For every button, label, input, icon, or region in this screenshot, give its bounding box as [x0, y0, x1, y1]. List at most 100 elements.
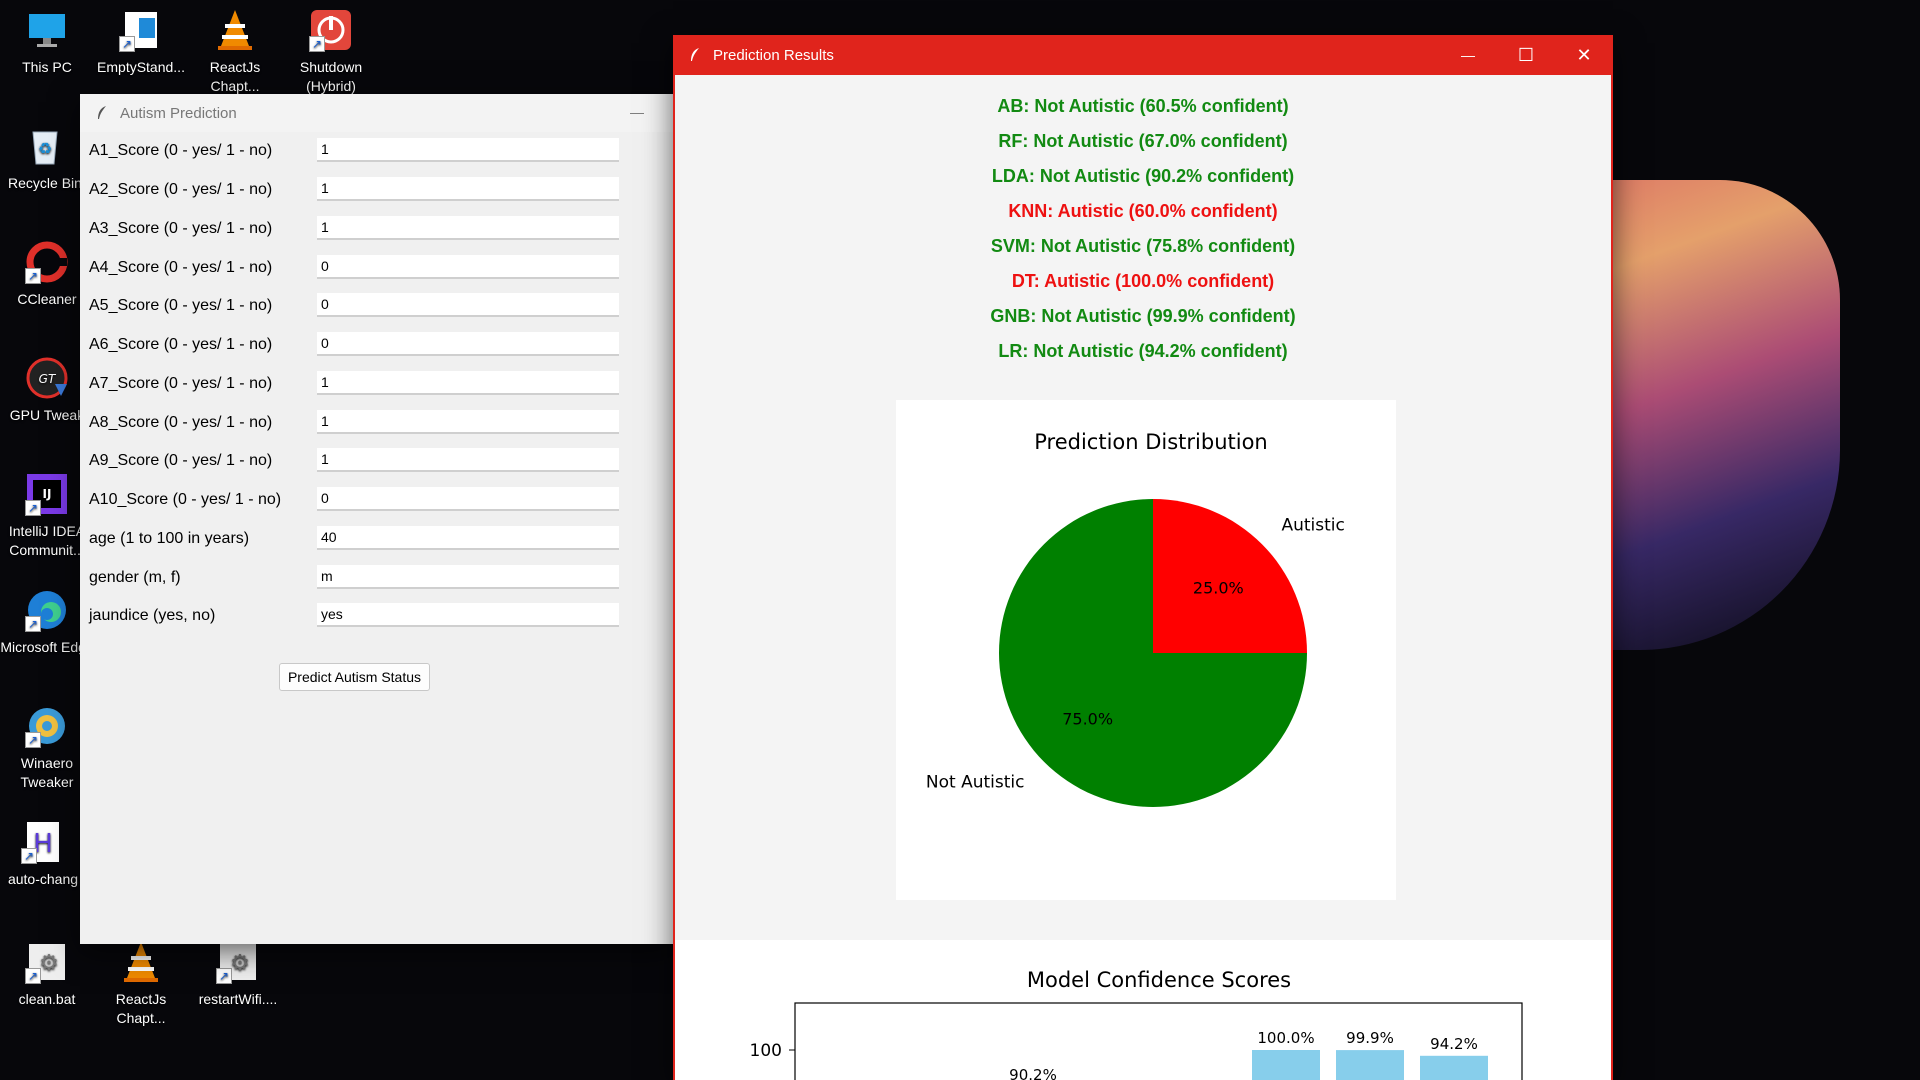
recycle-bin-icon: ♻ — [23, 124, 67, 168]
bar-chart: Model Confidence Scores 100 100.0% 99.9% 94… — [750, 968, 1523, 1080]
gender-input[interactable] — [317, 565, 619, 589]
window-title: Autism Prediction — [120, 104, 237, 122]
desktop-icon-restartwifi[interactable]: ⚙ ↗ restartWifi.... — [188, 936, 288, 1009]
field-label: A3_Score (0 - yes/ 1 - no) — [89, 220, 273, 237]
title-bar[interactable]: Prediction Results — ☐ ✕ — [673, 35, 1613, 75]
desktop-icon-shutdown[interactable]: ↗ Shutdown (Hybrid) — [284, 4, 378, 96]
confidence-bar — [1420, 1055, 1488, 1080]
desktop-icon-this-pc[interactable]: This PC — [0, 4, 94, 77]
form-row-a4: A4_Score (0 - yes/ 1 - no) — [89, 255, 689, 283]
desktop-icon-reactjs-2[interactable]: ReactJs Chapt... — [94, 936, 188, 1028]
gpu-tweak-icon: GT — [25, 356, 69, 400]
field-label: A8_Score (0 - yes/ 1 - no) — [89, 414, 273, 431]
bar-chart-panel: Model Confidence Scores 100 100.0% 99.9% 94… — [675, 940, 1611, 1080]
predict-button[interactable]: Predict Autism Status — [279, 663, 430, 691]
a4-score-input[interactable] — [317, 255, 619, 279]
field-label: age (1 to 100 in years) — [89, 530, 250, 547]
pie-chart-title: Prediction Distribution — [1034, 430, 1268, 454]
batch-file-icon: ⚙ ↗ — [216, 940, 260, 984]
bar-chart-title: Model Confidence Scores — [1027, 968, 1291, 992]
confidence-bar — [1252, 1050, 1320, 1080]
pie-category-label: Not Autistic — [926, 772, 1025, 792]
desktop-icon-label: Recycle Bin — [8, 175, 82, 191]
monitor-icon — [25, 8, 69, 52]
desktop-icon-label: ReactJs Chapt... — [209, 59, 261, 94]
script-icon: H ↗ — [21, 820, 65, 864]
title-bar[interactable]: Autism Prediction — — [80, 94, 676, 132]
pie-category-label: Autistic — [1281, 516, 1344, 536]
form-row-a6: A6_Score (0 - yes/ 1 - no) — [89, 332, 689, 360]
field-label: A9_Score (0 - yes/ 1 - no) — [89, 452, 273, 469]
desktop-icon-label: ReactJs Chapt... — [115, 991, 167, 1026]
field-label: A5_Score (0 - yes/ 1 - no) — [89, 297, 273, 314]
vlc-cone-icon — [119, 940, 163, 984]
form-row-a1: A1_Score (0 - yes/ 1 - no) — [89, 138, 689, 166]
ccleaner-icon: ↗ — [25, 240, 69, 284]
field-label: A2_Score (0 - yes/ 1 - no) — [89, 181, 273, 198]
confidence-bar — [1336, 1050, 1404, 1080]
result-lr: LR: Not Autistic (94.2% confident) — [998, 341, 1288, 361]
form-row-gender: gender (m, f) — [89, 565, 689, 593]
bar-chart-frame — [794, 1002, 1523, 1080]
minimize-button[interactable]: — — [1439, 35, 1497, 75]
pie-percent-label: 25.0% — [1193, 579, 1244, 598]
bar-value-label: 94.2% — [1430, 1035, 1478, 1053]
bar-value-label: 100.0% — [1257, 1029, 1314, 1047]
field-label: A4_Score (0 - yes/ 1 - no) — [89, 259, 273, 276]
a6-score-input[interactable] — [317, 332, 619, 356]
intellij-icon: IJ ↗ — [25, 472, 69, 516]
minimize-button[interactable]: — — [630, 104, 644, 120]
form-row-a3: A3_Score (0 - yes/ 1 - no) — [89, 216, 689, 244]
desktop-icon-label: EmptyStand... — [97, 59, 185, 75]
vlc-cone-icon — [213, 8, 257, 52]
desktop-icon-label: clean.bat — [18, 991, 76, 1007]
desktop-icon-label: This PC — [22, 59, 72, 75]
a8-score-input[interactable] — [317, 410, 619, 434]
desktop-icon-clean-bat[interactable]: ⚙ ↗ clean.bat — [0, 936, 94, 1009]
a10-score-input[interactable] — [317, 487, 619, 511]
result-gnb: GNB: Not Autistic (99.9% confident) — [990, 306, 1296, 326]
maximize-button[interactable]: ☐ — [1497, 35, 1555, 75]
a2-score-input[interactable] — [317, 177, 619, 201]
desktop-icon-recycle-bin[interactable]: ♻ Recycle Bin — [0, 120, 90, 193]
prediction-results-window: Prediction Results — ☐ ✕ AB: Not Autisti… — [673, 35, 1613, 1080]
a7-score-input[interactable] — [317, 371, 619, 395]
svg-text:♻: ♻ — [38, 139, 52, 158]
power-icon: ↗ — [309, 8, 353, 52]
pie-percent-label: 75.0% — [1062, 709, 1113, 728]
a9-score-input[interactable] — [317, 448, 619, 472]
desktop-icon-reactjs-1[interactable]: ReactJs Chapt... — [188, 4, 282, 96]
pie-chart: Prediction Distribution 25.0% Autistic 75.… — [926, 430, 1345, 807]
app-window-icon: ↗ — [119, 8, 163, 52]
age-input[interactable] — [317, 526, 619, 550]
desktop-icon-auto-chang[interactable]: H ↗ auto-chang — [0, 816, 86, 889]
desktop-icon-label: restartWifi.... — [198, 991, 278, 1007]
field-label: A1_Score (0 - yes/ 1 - no) — [89, 142, 273, 159]
field-label: gender (m, f) — [89, 569, 181, 586]
jaundice-input[interactable] — [317, 603, 619, 627]
a3-score-input[interactable] — [317, 216, 619, 240]
form-row-a9: A9_Score (0 - yes/ 1 - no) — [89, 448, 689, 476]
svg-text:⚙: ⚙ — [230, 951, 250, 976]
result-knn: KNN: Autistic (60.0% confident) — [1008, 201, 1278, 221]
desktop-icon-label: Shutdown (Hybrid) — [299, 59, 363, 94]
result-ab: AB: Not Autistic (60.5% confident) — [997, 96, 1289, 116]
pie-chart-panel: Prediction Distribution 25.0% Autistic 75.… — [896, 400, 1396, 900]
a5-score-input[interactable] — [317, 293, 619, 317]
form-row-age: age (1 to 100 in years) — [89, 526, 689, 554]
svg-text:IJ: IJ — [43, 487, 52, 501]
close-button[interactable]: ✕ — [1555, 35, 1613, 75]
desktop-icon-emptystand[interactable]: ↗ EmptyStand... — [94, 4, 188, 77]
window-title: Prediction Results — [713, 46, 834, 64]
form-row-a8: A8_Score (0 - yes/ 1 - no) — [89, 410, 689, 438]
result-dt: DT: Autistic (100.0% confident) — [1011, 271, 1275, 291]
form-row-a7: A7_Score (0 - yes/ 1 - no) — [89, 371, 689, 399]
result-svm: SVM: Not Autistic (75.8% confident) — [990, 236, 1296, 256]
form-row-a2: A2_Score (0 - yes/ 1 - no) — [89, 177, 689, 205]
autism-prediction-window: Autism Prediction — A1_Score (0 - yes/ 1… — [80, 94, 676, 944]
form-row-a10: A10_Score (0 - yes/ 1 - no) — [89, 487, 689, 515]
a1-score-input[interactable] — [317, 138, 619, 162]
winaero-icon: ↗ — [25, 704, 69, 748]
feather-icon — [98, 106, 106, 119]
field-label: A6_Score (0 - yes/ 1 - no) — [89, 336, 273, 353]
